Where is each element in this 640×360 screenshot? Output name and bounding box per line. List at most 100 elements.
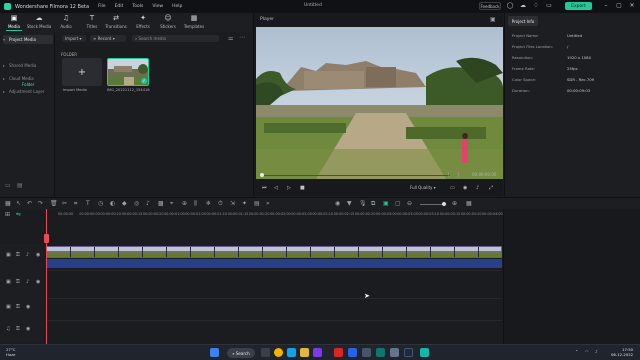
mark-out-icon[interactable]: }	[457, 172, 460, 178]
visibility-icon[interactable]: ◉	[26, 304, 30, 310]
menu-tools[interactable]: Tools	[132, 4, 143, 9]
taskbar-clock[interactable]: 17:50 06-12-2022	[611, 347, 633, 357]
playhead-line[interactable]	[46, 209, 47, 344]
visibility-icon[interactable]: ◉	[36, 279, 40, 285]
link-icon[interactable]: ⇋	[16, 211, 21, 218]
keyframe-icon[interactable]: ◆	[122, 200, 127, 208]
audio-adjust-icon[interactable]: ♪	[146, 200, 150, 208]
notification-icon[interactable]: ♢	[531, 2, 541, 10]
weather-widget[interactable]: 27°C Haze	[6, 347, 16, 357]
prev-frame-icon[interactable]: ⏮	[262, 185, 267, 191]
cut-icon[interactable]: ✂	[62, 200, 67, 208]
taskbar-search[interactable]: ⌕ Search	[227, 348, 255, 358]
lock-icon[interactable]: ⚿	[16, 252, 20, 258]
audio-waveform[interactable]	[46, 259, 502, 268]
text-icon[interactable]: T	[86, 200, 90, 208]
export-frame-icon[interactable]: ▤	[254, 200, 260, 208]
color-icon[interactable]: ◐	[110, 200, 115, 208]
store-icon[interactable]	[376, 348, 385, 357]
menu-help[interactable]: Help	[172, 4, 182, 9]
folder-icon[interactable]: ▤	[17, 182, 23, 189]
teams-icon[interactable]	[313, 348, 322, 357]
tab-templates[interactable]: ▦ Templates	[182, 15, 206, 32]
playhead-handle[interactable]	[44, 234, 49, 243]
search-input[interactable]: ⌕ Search media	[132, 35, 219, 42]
camera-icon[interactable]: ◉	[463, 185, 467, 191]
fullscreen-icon[interactable]: ⤢	[489, 185, 493, 191]
import-media-tile[interactable]: +	[62, 58, 102, 86]
zoom-out-icon[interactable]: ⊖	[407, 200, 412, 208]
detach-audio-icon[interactable]: ⇲	[230, 200, 235, 208]
delete-icon[interactable]: 🗑	[50, 200, 58, 208]
import-dropdown[interactable]: Import ▾	[62, 35, 86, 42]
volume-icon[interactable]: ♪	[476, 185, 479, 191]
snapshot-icon[interactable]: ▣	[490, 16, 496, 23]
layout-grid-icon[interactable]: ▦	[5, 200, 11, 208]
motion-track-icon[interactable]: ⊕	[182, 200, 187, 208]
zoom-in-icon[interactable]: ⊕	[452, 200, 457, 208]
sidebar-item-project-media[interactable]: ▾ Project Media	[3, 35, 53, 44]
video-preview[interactable]	[256, 27, 503, 179]
menu-view[interactable]: View	[152, 4, 163, 9]
sidebar-item-cloud-media[interactable]: ▸ Cloud Media	[3, 74, 53, 83]
step-back-icon[interactable]: ◁	[274, 185, 278, 191]
account-icon[interactable]: ◯	[505, 2, 515, 10]
quality-dropdown[interactable]: Full Quality ▾	[410, 185, 436, 190]
timeline-layout-icon[interactable]: ▦	[466, 200, 472, 208]
more-tools-icon[interactable]: »	[266, 200, 270, 208]
minimize-icon[interactable]: –	[601, 2, 611, 10]
feedback-button[interactable]: Feedback	[479, 2, 501, 10]
ai-tool-icon[interactable]: ✦	[242, 200, 247, 208]
render-icon[interactable]: ◉	[335, 200, 340, 208]
speed-icon[interactable]: ◷	[98, 200, 103, 208]
zoom-slider-handle[interactable]	[442, 202, 446, 206]
crop-icon[interactable]: ⌗	[74, 200, 77, 208]
lock-icon[interactable]: ⚿	[16, 304, 20, 310]
mask-icon[interactable]: ◎	[134, 200, 139, 208]
green-screen-icon[interactable]: ▩	[158, 200, 164, 208]
app-icon-blue[interactable]	[348, 348, 357, 357]
windows-start-icon[interactable]	[210, 348, 219, 357]
play-icon[interactable]: ▷	[287, 185, 291, 191]
cursor-tool-icon[interactable]: ↖	[16, 200, 21, 208]
edge-icon[interactable]	[287, 348, 296, 357]
tab-transitions[interactable]: ⇄ Transitions	[104, 15, 128, 32]
scrubber-handle[interactable]	[260, 173, 264, 177]
freeze-icon[interactable]: ❄	[206, 200, 211, 208]
redo-icon[interactable]: ↷	[38, 200, 43, 208]
lock-icon[interactable]: ⚿	[16, 326, 20, 332]
snap-icon[interactable]: ⧉	[371, 200, 375, 208]
tab-stock-media[interactable]: ☁ Stock Media	[27, 15, 51, 32]
cloud-icon[interactable]: ☁	[518, 2, 528, 10]
tray-overflow-icon[interactable]: ⌃	[575, 349, 578, 354]
sidebar-item-adjustment-layer[interactable]: ▸ Adjustment Layer	[3, 87, 53, 96]
visibility-icon[interactable]: ◉	[36, 252, 40, 258]
maximize-icon[interactable]: ▢	[614, 2, 624, 10]
duration-icon[interactable]: ⏱	[218, 200, 223, 208]
filmora-taskbar-icon[interactable]	[420, 348, 429, 357]
add-track-icon[interactable]: ⊞	[5, 211, 10, 218]
voiceover-icon[interactable]: 🎙	[359, 200, 367, 208]
file-explorer-icon[interactable]	[300, 348, 309, 357]
more-options-icon[interactable]: ⋯	[239, 34, 245, 41]
menu-file[interactable]: File	[98, 4, 106, 9]
sidebar-item-shared-media[interactable]: ▸ Shared Media	[3, 61, 53, 70]
playback-scrubber[interactable]	[262, 175, 450, 176]
mute-icon[interactable]: ♪	[26, 252, 29, 258]
tab-project-info[interactable]: Project Info	[508, 16, 538, 26]
tab-titles[interactable]: T Titles	[80, 15, 104, 32]
auto-ripple-icon[interactable]: ▣	[383, 200, 389, 208]
stabilize-icon[interactable]: ⌖	[170, 200, 173, 208]
undo-icon[interactable]: ↶	[27, 200, 32, 208]
app-icon-red[interactable]	[334, 348, 343, 357]
task-view-icon[interactable]	[261, 348, 270, 357]
wifi-icon[interactable]: ◠	[585, 349, 589, 354]
new-folder-icon[interactable]: ▭	[5, 182, 11, 189]
snapshot-timeline-icon[interactable]: ▢	[395, 200, 401, 208]
tab-effects[interactable]: ✦ Effects	[131, 15, 155, 32]
video-clip[interactable]	[46, 246, 502, 258]
media-clip-thumbnail[interactable]: ✓	[107, 58, 149, 86]
split-icon[interactable]: ⫼	[194, 200, 197, 208]
settings-icon[interactable]	[390, 348, 399, 357]
chrome-icon[interactable]	[274, 348, 283, 357]
